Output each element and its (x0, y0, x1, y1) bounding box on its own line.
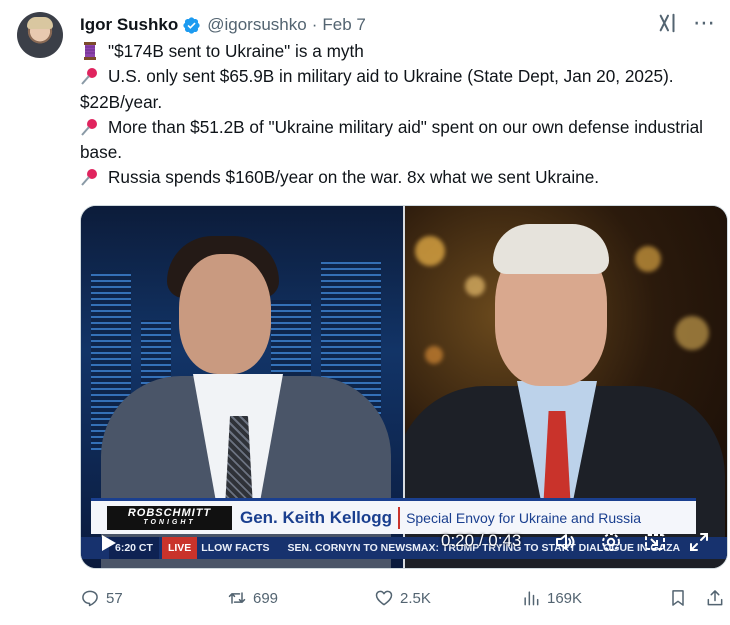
lower-third: ROBSCHMITT TONIGHT Gen. Keith Kellogg Sp… (91, 498, 696, 534)
like-count: 2.5K (400, 589, 431, 607)
video-duration: 0:43 (488, 531, 522, 550)
reply-count: 57 (106, 589, 123, 607)
picture-in-picture-icon[interactable] (643, 530, 667, 554)
tweet-date[interactable]: Feb 7 (322, 15, 365, 35)
share-button[interactable] (705, 586, 725, 610)
pushpin-icon (81, 169, 97, 187)
tweet-line: "$174B sent to Ukraine" is a myth (80, 39, 720, 64)
repost-icon (228, 592, 246, 604)
tweet-line-text: U.S. only sent $65.9B in military aid to… (80, 66, 674, 112)
pushpin-icon (81, 118, 97, 136)
tweet-line-text: "$174B sent to Ukraine" is a myth (108, 41, 364, 61)
grok-icon[interactable] (657, 12, 679, 34)
tweet-actions: 57 699 2.5K 169K (80, 586, 730, 610)
repost-button[interactable]: 699 (227, 586, 278, 610)
guest-title: Special Envoy for Ukraine and Russia (406, 509, 642, 526)
news-ticker: 6:20 CT LIVE LLOW FACTS SEN. CORNYN TO N… (81, 537, 727, 559)
spool-thread-icon (84, 42, 96, 60)
view-count: 169K (547, 589, 583, 607)
repost-count: 699 (253, 589, 279, 607)
ticker-live-badge: LIVE (161, 537, 198, 559)
video-current-time: 0:20 (441, 531, 475, 550)
author-handle[interactable]: @igorsushko (207, 15, 306, 35)
video-time: 0:20 / 0:43 (441, 531, 521, 551)
lower-third-separator (398, 506, 401, 529)
reply-icon (82, 590, 98, 607)
more-options-icon[interactable]: ⋯ (693, 12, 716, 34)
bookmark-button[interactable] (668, 586, 688, 610)
show-name: ROBSCHMITT (127, 506, 212, 519)
ticker-text: LLOW FACTS (201, 542, 270, 554)
views-chart-icon (524, 591, 539, 606)
show-sub: TONIGHT (143, 518, 196, 526)
author-name[interactable]: Igor Sushko (80, 15, 178, 35)
tweet-line-text: Russia spends $160B/year on the war. 8x … (108, 167, 600, 188)
like-button[interactable]: 2.5K (374, 586, 431, 610)
show-logo: ROBSCHMITT TONIGHT (107, 505, 232, 530)
fullscreen-icon[interactable] (687, 530, 711, 554)
bookmark-icon (672, 590, 684, 606)
volume-icon[interactable] (553, 530, 577, 554)
settings-gear-icon[interactable] (599, 530, 623, 554)
avatar[interactable] (17, 12, 63, 58)
top-icons: ⋯ (657, 12, 716, 34)
heart-icon (375, 590, 393, 606)
tweet-line-text: More than $51.2B of "Ukraine military ai… (80, 116, 703, 163)
separator-dot: · (311, 15, 318, 34)
views-button[interactable]: 169K (521, 586, 582, 610)
video-player[interactable]: ROBSCHMITT TONIGHT Gen. Keith Kellogg Sp… (80, 205, 728, 569)
share-icon (707, 590, 723, 606)
guest-name: Gen. Keith Kellogg (240, 507, 393, 527)
play-icon[interactable] (97, 532, 119, 554)
verified-badge-icon (183, 16, 200, 34)
video-time-separator: / (478, 531, 484, 550)
tweet-line: U.S. only sent $65.9B in military aid to… (80, 64, 720, 115)
reply-button[interactable]: 57 (80, 586, 123, 610)
tweet-header: Igor Sushko @igorsushko · Feb 7 (80, 14, 366, 36)
tweet-line: Russia spends $160B/year on the war. 8x … (80, 165, 720, 190)
pushpin-icon (81, 68, 97, 85)
tweet-line: More than $51.2B of "Ukraine military ai… (80, 115, 720, 166)
tweet-text: "$174B sent to Ukraine" is a myth U.S. o… (80, 39, 720, 191)
